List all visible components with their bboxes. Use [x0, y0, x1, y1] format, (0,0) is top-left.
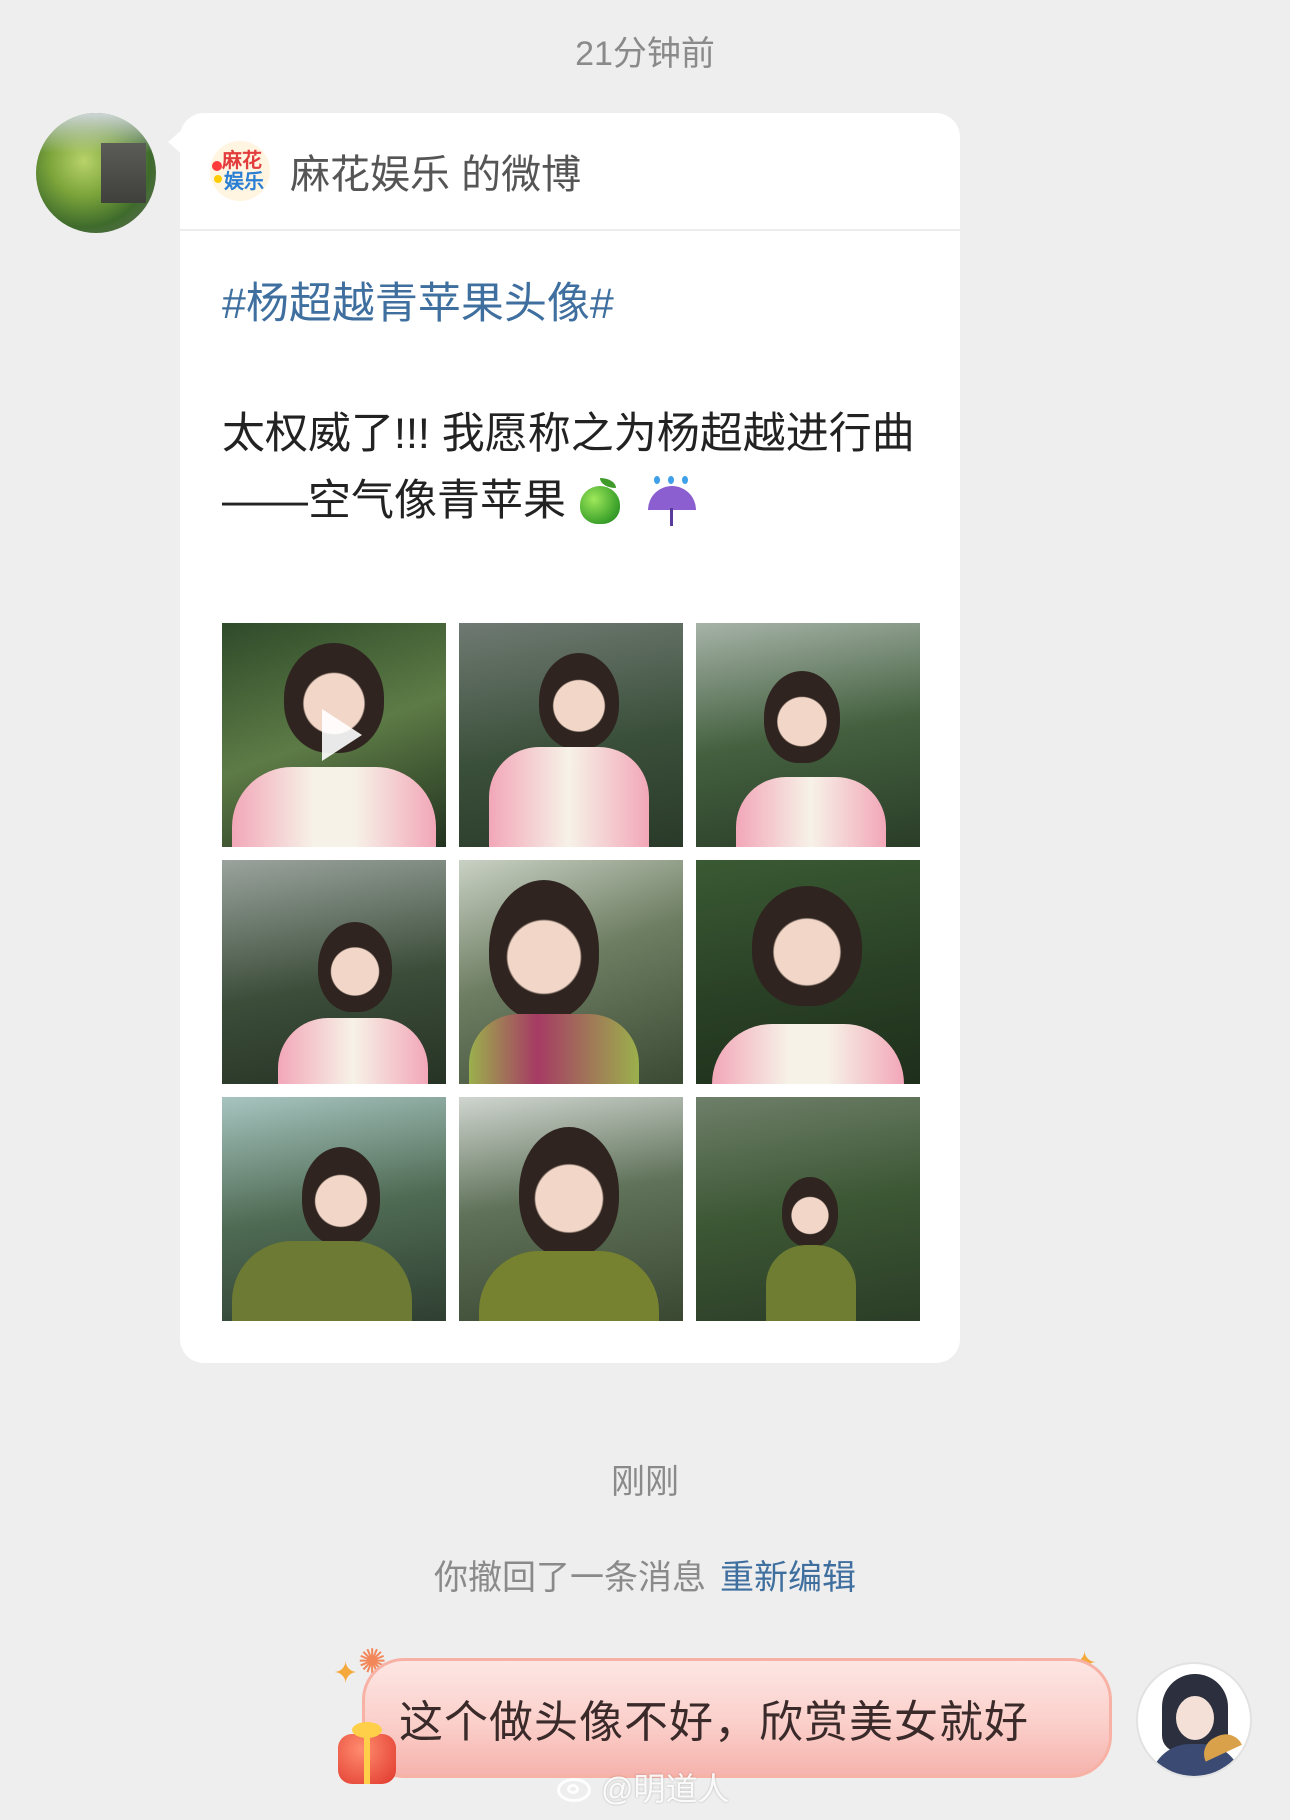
photo-3[interactable]	[696, 623, 920, 847]
photo-9[interactable]	[696, 1097, 920, 1321]
photo-7[interactable]	[222, 1097, 446, 1321]
watermark: @明道人	[555, 1764, 730, 1810]
shared-weibo-card[interactable]: 麻花 娱乐 麻花娱乐 的微博 #杨超越青苹果头像# 太权威了!!! 我愿称之为杨…	[180, 113, 960, 1363]
green-apple-icon	[576, 477, 624, 526]
timestamp: 刚刚	[611, 1463, 679, 1501]
photo-2[interactable]	[459, 623, 683, 847]
mahua-logo-icon: 麻花 娱乐	[210, 141, 270, 201]
photo-grid	[222, 623, 922, 1323]
sparkle-icon: ✦	[333, 1656, 359, 1691]
avatar-building	[101, 143, 146, 203]
my-avatar[interactable]	[1136, 1662, 1252, 1778]
photo-1[interactable]	[222, 623, 446, 847]
card-source-title: 麻花娱乐 的微博	[290, 153, 582, 197]
umbrella-rain-icon	[646, 475, 698, 528]
sender-avatar[interactable]	[36, 113, 156, 233]
lucky-bag-icon	[332, 1718, 402, 1788]
weibo-logo-icon	[555, 1772, 595, 1802]
recall-notice: 你撤回了一条消息 重新编辑	[0, 1550, 1290, 1599]
post-text: 太权威了!!! 我愿称之为杨超越进行曲	[222, 410, 915, 458]
photo-8[interactable]	[459, 1097, 683, 1321]
card-header[interactable]: 麻花 娱乐 麻花娱乐 的微博	[180, 113, 960, 231]
my-message-text: 这个做头像不好，欣赏美女就好	[399, 1698, 1029, 1747]
my-message-bubble[interactable]: 这个做头像不好，欣赏美女就好	[362, 1658, 1112, 1778]
photo-6[interactable]	[696, 860, 920, 1084]
timestamp: 21分钟前	[575, 35, 715, 73]
play-icon[interactable]	[322, 709, 362, 761]
hashtag-link[interactable]: #杨超越青苹果头像#	[222, 269, 920, 331]
post-text-line-2: ——空气像青苹果	[222, 468, 920, 535]
photo-5[interactable]	[459, 860, 683, 1084]
photo-4[interactable]	[222, 860, 446, 1084]
re-edit-link[interactable]: 重新编辑	[720, 1559, 856, 1597]
recall-text: 你撤回了一条消息	[434, 1559, 706, 1597]
